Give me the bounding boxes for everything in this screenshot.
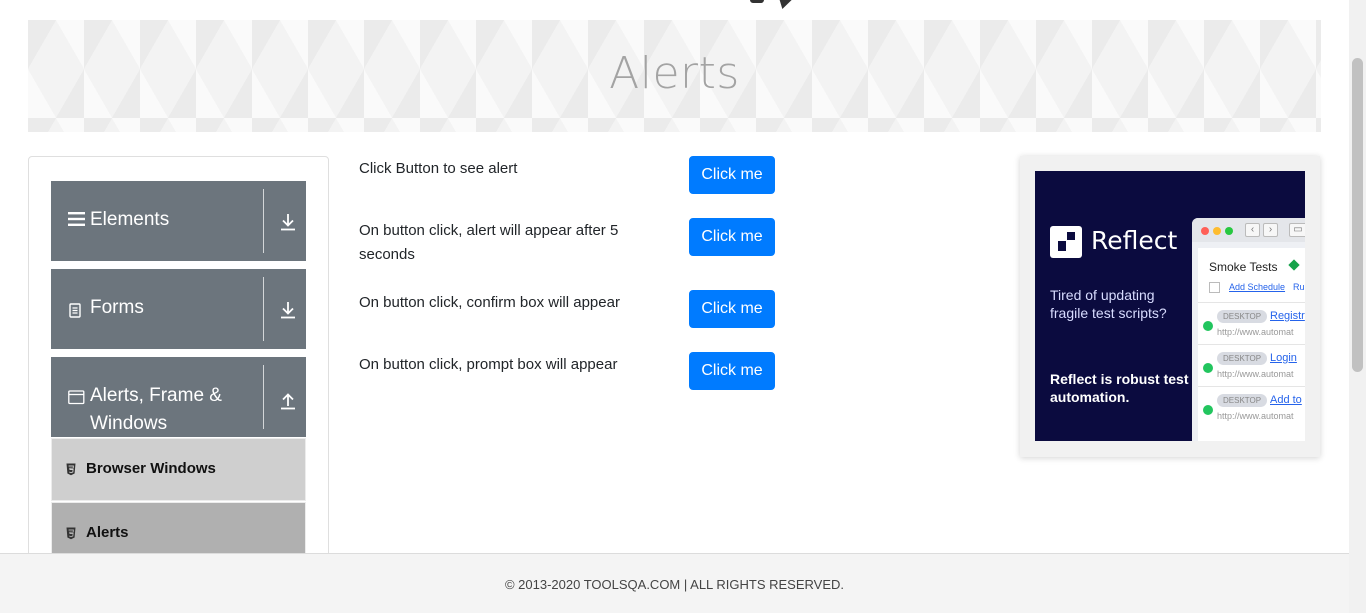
ad-strong-text: Reflect is robust test automation. (1050, 371, 1189, 405)
html5-icon (66, 527, 76, 540)
scrollbar[interactable] (1349, 0, 1366, 613)
test-name: Login (1270, 352, 1297, 364)
minimize-dot-icon (1213, 227, 1221, 235)
prompt-row-text: On button click, prompt box will appear (359, 356, 618, 373)
status-dot-icon (1203, 363, 1213, 373)
page-banner: Alerts (28, 20, 1321, 132)
ad-brand: Reflect (1091, 226, 1178, 255)
ad-browser-mockup: ‹ › ▭ Smoke Tests Add Schedule Ru DESKTO… (1192, 218, 1305, 441)
close-dot-icon (1201, 227, 1209, 235)
logo-fragment-tail (776, 0, 792, 9)
back-icon: ‹ (1245, 223, 1260, 237)
confirm-row-text: On button click, confirm box will appear (359, 294, 620, 311)
timer-alert-button[interactable]: Click me (689, 218, 775, 256)
group-label: Elements (90, 209, 170, 230)
sidebar-group-elements[interactable]: Elements (51, 181, 306, 261)
add-schedule-link: Add Schedule (1229, 282, 1286, 292)
sidebar-group-alerts-frame-windows[interactable]: Alerts, Frame & Windows (51, 357, 306, 437)
scrollbar-thumb[interactable] (1352, 58, 1363, 372)
maximize-dot-icon (1225, 227, 1233, 235)
test-name: Registr (1270, 310, 1305, 322)
footer: © 2013-2020 TOOLSQA.COM | ALL RIGHTS RES… (0, 553, 1349, 613)
html5-icon (66, 463, 76, 476)
upload-arrow-icon[interactable] (277, 390, 299, 412)
ad-banner[interactable]: Reflect Tired of updating fragile test s… (1035, 171, 1305, 441)
timer-alert-row-text: On button click, alert will appear after… (359, 222, 619, 263)
group-label: Forms (90, 297, 144, 318)
page-title: Alerts (609, 48, 740, 99)
download-arrow-icon[interactable] (277, 211, 299, 233)
download-arrow-icon[interactable] (277, 299, 299, 321)
confirm-button[interactable]: Click me (689, 290, 775, 328)
sidebar-group-forms[interactable]: Forms (51, 269, 306, 349)
copyright-text: © 2013-2020 TOOLSQA.COM | ALL RIGHTS RES… (504, 577, 845, 592)
alert-row-text: Click Button to see alert (359, 160, 518, 177)
ad-panel-title: Smoke Tests (1209, 260, 1278, 274)
pencil-icon (1288, 259, 1300, 271)
document-icon (68, 303, 82, 324)
calendar-icon (1209, 282, 1220, 293)
hamburger-icon (68, 211, 86, 232)
test-row: DESKTOP Add to http://www.automat (1198, 386, 1305, 428)
forward-icon: › (1263, 223, 1278, 237)
reflect-logo-icon (1050, 226, 1082, 258)
group-header[interactable]: Elements (51, 181, 306, 261)
test-tag: DESKTOP (1217, 352, 1268, 365)
group-header[interactable]: Alerts, Frame & Windows (51, 357, 306, 437)
test-tag: DESKTOP (1217, 394, 1268, 407)
group-header[interactable]: Forms (51, 269, 306, 349)
test-row: DESKTOP Registr http://www.automat (1198, 302, 1305, 344)
sidebar-item-browser-windows[interactable]: Browser Windows (51, 438, 306, 501)
prompt-button[interactable]: Click me (689, 352, 775, 390)
ad-tagline: Tired of updating fragile test scripts? (1050, 287, 1167, 321)
sidebar-item-label: Alerts (86, 524, 129, 541)
test-url: http://www.automat (1217, 411, 1294, 421)
test-row: DESKTOP Login http://www.automat (1198, 344, 1305, 386)
test-url: http://www.automat (1217, 369, 1294, 379)
group-label-line1: Alerts, Frame & (90, 385, 222, 406)
test-url: http://www.automat (1217, 327, 1294, 337)
group-label-line2: Windows (90, 413, 168, 434)
sidebar-toggle-icon: ▭ (1289, 223, 1305, 237)
sidebar-item-label: Browser Windows (86, 460, 216, 477)
test-tag: DESKTOP (1217, 310, 1268, 323)
status-dot-icon (1203, 321, 1213, 331)
group-divider (263, 277, 264, 341)
group-divider (263, 365, 264, 429)
header-strip (0, 0, 1349, 20)
ad-panel: Smoke Tests Add Schedule Ru DESKTOP Regi… (1198, 248, 1305, 441)
group-divider (263, 189, 264, 253)
run-link: Ru (1293, 282, 1305, 292)
test-name: Add to (1270, 394, 1302, 406)
sidebar: Elements Forms Alerts, Frame & Windows B… (28, 156, 329, 576)
page: Alerts Elements Forms Alerts, Frame & Wi… (0, 0, 1366, 613)
browser-bar: ‹ › ▭ (1192, 218, 1305, 242)
status-dot-icon (1203, 405, 1213, 415)
window-icon (68, 390, 85, 410)
ad-container[interactable]: Reflect Tired of updating fragile test s… (1020, 156, 1320, 457)
logo-fragment[interactable] (750, 0, 764, 3)
alert-button[interactable]: Click me (689, 156, 775, 194)
